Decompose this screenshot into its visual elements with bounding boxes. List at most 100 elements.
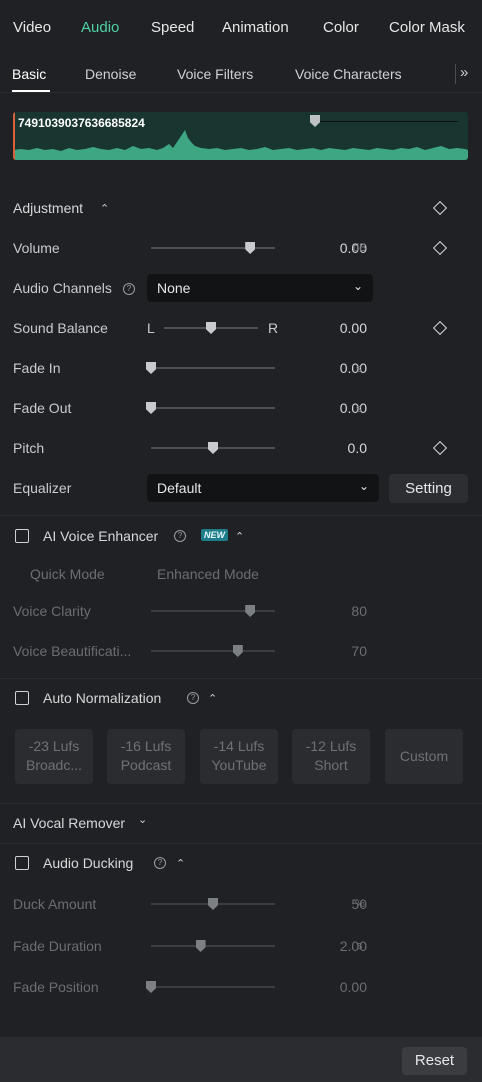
ai-voice-enhancer-checkbox[interactable] <box>15 529 29 543</box>
divider <box>0 515 482 516</box>
fade-position-slider[interactable] <box>151 986 275 988</box>
audio-ducking-checkbox[interactable] <box>15 856 29 870</box>
balance-right-label: R <box>268 320 279 336</box>
chevron-up-icon[interactable]: ⌃ <box>100 202 109 215</box>
fade-out-label: Fade Out <box>13 400 72 416</box>
balance-left-label: L <box>147 320 155 336</box>
fade-in-label: Fade In <box>13 360 61 376</box>
voice-clarity-handle[interactable] <box>245 605 256 617</box>
preset-custom[interactable]: Custom <box>385 729 463 784</box>
volume-keyframe-icon[interactable] <box>432 240 448 256</box>
help-icon[interactable]: ? <box>187 692 199 704</box>
top-tab-bar: Video Audio Speed Animation Color Color … <box>0 0 482 56</box>
audio-waveform[interactable]: 7491039037636685824 <box>13 112 468 160</box>
pitch-keyframe-icon[interactable] <box>432 440 448 456</box>
reset-button[interactable]: Reset <box>402 1047 467 1075</box>
footer-bar: Reset <box>0 1037 482 1082</box>
fade-position-label: Fade Position <box>13 979 99 995</box>
preset-lufs: -16 Lufs <box>120 738 172 754</box>
audio-channels-label: Audio Channels <box>13 280 112 296</box>
pitch-handle[interactable] <box>208 442 218 454</box>
sound-balance-label: Sound Balance <box>13 320 108 336</box>
quick-mode-option[interactable]: Quick Mode <box>30 566 105 582</box>
voice-clarity-label: Voice Clarity <box>13 603 91 619</box>
clip-name: 7491039037636685824 <box>18 116 145 130</box>
tab-speed[interactable]: Speed <box>151 19 194 36</box>
fade-out-value[interactable]: 0.00 <box>340 400 367 416</box>
equalizer-setting-button[interactable]: Setting <box>389 474 468 503</box>
fade-position-handle[interactable] <box>146 981 156 993</box>
chevron-up-icon[interactable]: ⌃ <box>235 530 244 543</box>
preset-name: Short <box>314 757 348 773</box>
tab-color-mask[interactable]: Color Mask <box>389 19 465 36</box>
fade-in-handle[interactable] <box>146 362 156 374</box>
fade-out-handle[interactable] <box>146 402 156 414</box>
duck-amount-unit: % <box>355 898 365 910</box>
fade-duration-handle[interactable] <box>195 940 206 952</box>
subtab-basic[interactable]: Basic <box>12 66 46 82</box>
tab-color[interactable]: Color <box>323 19 359 36</box>
chevron-up-icon[interactable]: ⌃ <box>176 857 185 870</box>
voice-beautification-handle[interactable] <box>232 645 243 657</box>
voice-clarity-slider[interactable] <box>151 610 275 612</box>
sound-balance-value[interactable]: 0.00 <box>340 320 367 336</box>
ai-vocal-remover-title[interactable]: AI Vocal Remover <box>13 815 125 831</box>
help-icon[interactable]: ? <box>174 530 186 542</box>
new-badge: NEW <box>201 529 228 541</box>
equalizer-select[interactable]: Default ⌄ <box>147 474 379 502</box>
ai-voice-enhancer-title: AI Voice Enhancer <box>43 528 159 544</box>
subtab-denoise[interactable]: Denoise <box>85 66 136 82</box>
preset-youtube[interactable]: -14 Lufs YouTube <box>200 729 278 784</box>
preset-lufs: -14 Lufs <box>213 738 265 754</box>
voice-beautification-value[interactable]: 70 <box>351 643 367 659</box>
preset-podcast[interactable]: -16 Lufs Podcast <box>107 729 185 784</box>
tab-video[interactable]: Video <box>13 19 51 36</box>
adjustment-title[interactable]: Adjustment <box>13 200 83 216</box>
voice-beautification-slider[interactable] <box>151 650 275 652</box>
playhead-marker[interactable] <box>13 112 15 160</box>
volume-slider-handle[interactable] <box>245 242 256 254</box>
clip-volume-line <box>316 121 458 122</box>
volume-slider[interactable] <box>151 247 275 249</box>
preset-name: YouTube <box>211 757 267 773</box>
auto-normalization-checkbox[interactable] <box>15 691 29 705</box>
auto-normalization-title: Auto Normalization <box>43 690 162 706</box>
fade-in-slider[interactable] <box>151 367 275 369</box>
sound-balance-handle[interactable] <box>206 322 216 334</box>
help-icon[interactable]: ? <box>154 857 166 869</box>
preset-name: Broadc... <box>25 757 83 773</box>
duck-amount-handle[interactable] <box>208 898 218 910</box>
tab-animation[interactable]: Animation <box>222 19 289 36</box>
pitch-value[interactable]: 0.0 <box>348 440 367 456</box>
audio-channels-select[interactable]: None ⌄ <box>147 274 373 302</box>
subtab-voice-characters[interactable]: Voice Characters <box>295 66 402 82</box>
pitch-label: Pitch <box>13 440 45 456</box>
fade-out-unit: s <box>356 403 362 415</box>
equalizer-value: Default <box>157 480 202 496</box>
fade-duration-slider[interactable] <box>151 945 275 947</box>
audio-ducking-title: Audio Ducking <box>43 855 134 871</box>
subtab-voice-filters[interactable]: Voice Filters <box>177 66 253 82</box>
divider <box>0 843 482 844</box>
enhanced-mode-option[interactable]: Enhanced Mode <box>157 566 259 582</box>
waveform-shape <box>13 130 468 160</box>
audio-channels-value: None <box>157 280 191 296</box>
help-icon[interactable]: ? <box>123 283 135 295</box>
fade-out-slider[interactable] <box>151 407 275 409</box>
duck-amount-label: Duck Amount <box>13 896 97 912</box>
sound-balance-keyframe-icon[interactable] <box>432 320 448 336</box>
voice-clarity-value[interactable]: 80 <box>351 603 367 619</box>
sub-tab-bar: Basic Denoise Voice Filters Voice Charac… <box>0 56 482 93</box>
tab-audio[interactable]: Audio <box>81 19 119 36</box>
keyframe-diamond-icon[interactable] <box>432 200 448 216</box>
preset-broadcast[interactable]: -23 Lufs Broadc... <box>15 729 93 784</box>
preset-short[interactable]: -12 Lufs Short <box>292 729 370 784</box>
fade-in-value[interactable]: 0.00 <box>340 360 367 376</box>
chevron-down-icon: ⌄ <box>352 279 363 293</box>
fade-position-value[interactable]: 0.00 <box>340 979 367 995</box>
preset-lufs: Custom <box>399 748 449 764</box>
chevron-up-icon[interactable]: ⌃ <box>208 692 217 705</box>
double-chevron-right-icon[interactable]: » <box>455 64 482 84</box>
chevron-down-icon[interactable]: ⌄ <box>138 813 147 826</box>
volume-unit: dB <box>353 242 367 254</box>
